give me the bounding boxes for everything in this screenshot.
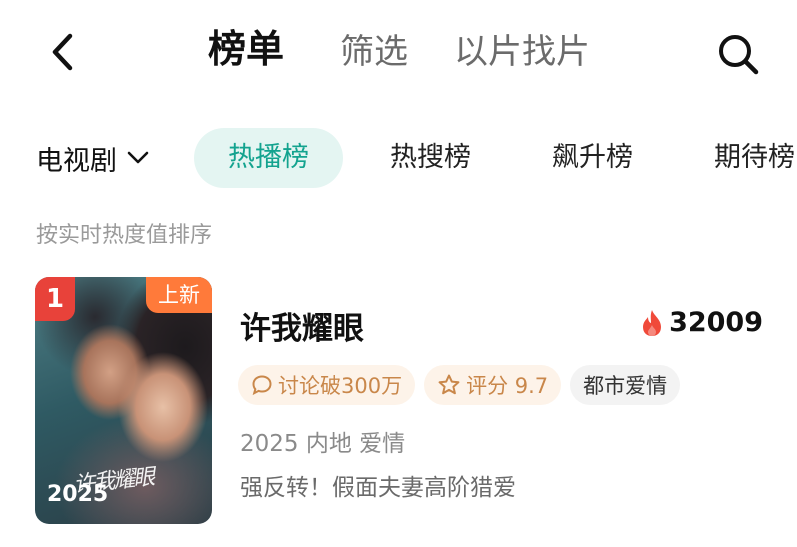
heat-value: 32009 (669, 307, 763, 338)
score-text: 评分 9.7 (466, 374, 549, 398)
chip-rising[interactable]: 飙升榜 (552, 128, 633, 188)
rank-badge: 1 (35, 277, 75, 321)
show-description: 强反转！假面夫妻高阶猎爱 (240, 475, 516, 501)
chevron-down-icon (127, 151, 149, 164)
genre-tag[interactable]: 都市爱情 (570, 365, 681, 405)
tab-ranking[interactable]: 榜单 (208, 25, 284, 73)
search-icon (719, 35, 759, 75)
chip-hot-play[interactable]: 热播榜 (194, 128, 343, 188)
list-item[interactable]: 1 上新 许我耀眼 2025 许我耀眼 32009 讨论破300万 评分 9.7… (0, 277, 797, 525)
heat-score: 32009 (641, 307, 763, 338)
show-title[interactable]: 许我耀眼 (240, 303, 364, 348)
back-button[interactable] (40, 30, 84, 74)
tag-row: 讨论破300万 评分 9.7 都市爱情 (238, 365, 681, 405)
discussion-text: 讨论破300万 (278, 374, 403, 398)
tab-find-by-show[interactable]: 以片找片 (454, 28, 590, 76)
chip-hot-search[interactable]: 热搜榜 (390, 128, 471, 188)
show-meta: 2025 内地 爱情 (240, 431, 406, 457)
new-badge: 上新 (146, 277, 212, 313)
poster-image[interactable]: 1 上新 许我耀眼 2025 (35, 277, 212, 524)
top-nav-bar: 榜单 筛选 以片找片 (0, 0, 797, 105)
tab-filter[interactable]: 筛选 (340, 28, 408, 76)
sort-hint: 按实时热度值排序 (36, 223, 213, 248)
chevron-left-icon (52, 33, 73, 71)
category-tab-row: 电视剧 热播榜 热搜榜 飙升榜 期待榜 (0, 124, 797, 190)
category-dropdown-label: 电视剧 (36, 145, 117, 177)
chat-bubble-icon (252, 375, 272, 396)
chip-anticipated[interactable]: 期待榜 (714, 128, 795, 188)
poster-year: 2025 (47, 482, 109, 507)
category-dropdown[interactable]: 电视剧 (36, 136, 149, 180)
discussion-tag[interactable]: 讨论破300万 (238, 365, 416, 405)
search-button[interactable] (712, 28, 764, 80)
star-icon (438, 374, 460, 395)
score-tag[interactable]: 评分 9.7 (424, 365, 562, 405)
fire-icon (643, 309, 662, 336)
